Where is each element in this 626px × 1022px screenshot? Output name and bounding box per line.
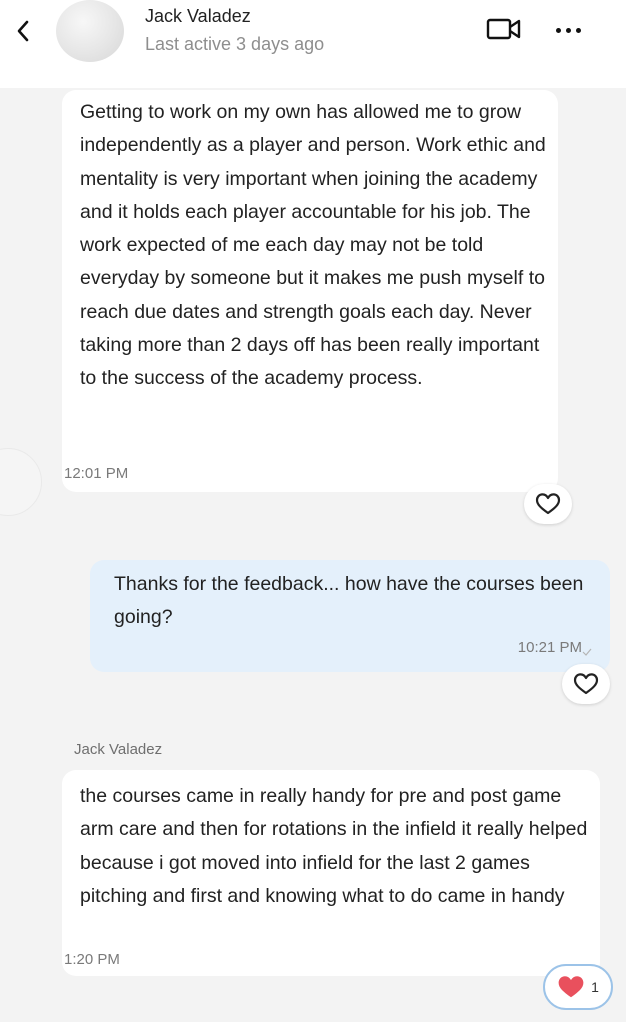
more-icon [555,27,561,33]
contact-name[interactable]: Jack Valadez [145,6,251,27]
message-timestamp: 10:21 PM [517,638,582,656]
avatar[interactable] [56,0,124,62]
outgoing-message[interactable]: Thanks for the feedback... how have the … [90,560,610,672]
video-call-button[interactable] [484,16,524,44]
partial-avatar [0,448,42,516]
chevron-left-icon [17,20,29,42]
heart-outline-icon [573,673,599,695]
like-button[interactable] [524,484,572,524]
message-text: Getting to work on my own has allowed me… [80,101,546,390]
last-active-status: Last active 3 days ago [145,34,325,54]
heart-outline-icon [535,493,561,515]
message-text: the courses came in really handy for pre… [80,785,588,907]
checkmark-icon [582,648,592,656]
message-timestamp: 1:20 PM [64,950,120,968]
message-timestamp: 12:01 PM [64,464,129,482]
like-reaction-button[interactable]: 1 [543,964,613,1010]
message-text: Thanks for the feedback... how have the … [114,573,584,629]
more-options-button[interactable] [548,16,588,44]
chat-header: Jack Valadez Last active 3 days ago [0,0,626,88]
more-icon-dot [575,27,581,33]
more-icon-dot [565,27,571,33]
heart-filled-icon [558,976,584,998]
like-button[interactable] [562,664,610,704]
reaction-count: 1 [591,979,599,995]
incoming-message[interactable]: Getting to work on my own has allowed me… [62,90,558,492]
video-camera-icon [486,18,521,40]
incoming-message[interactable]: the courses came in really handy for pre… [62,770,600,976]
back-button[interactable] [10,16,36,46]
sender-name: Jack Valadez [74,741,163,758]
